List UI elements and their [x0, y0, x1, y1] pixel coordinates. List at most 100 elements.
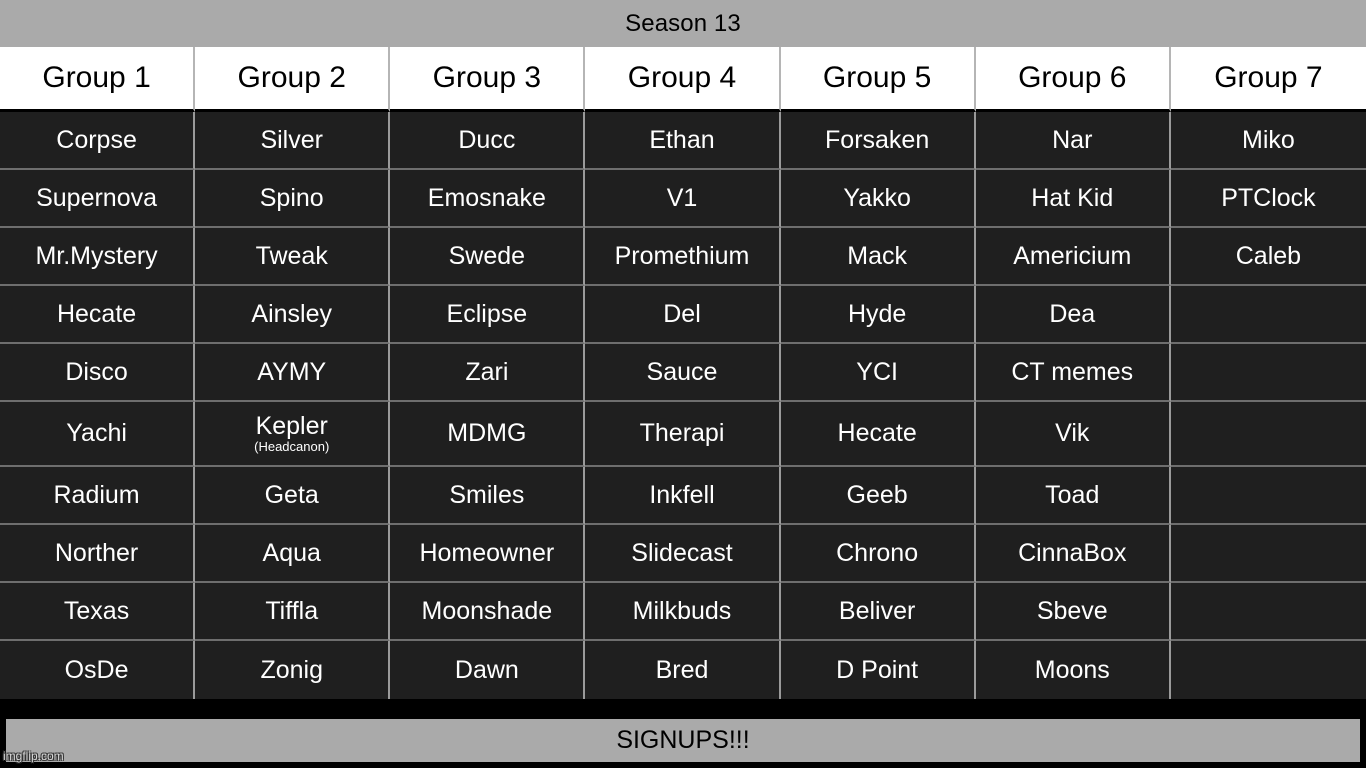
cell-entry: Radium: [0, 467, 196, 525]
cell-entry: Norther: [0, 525, 196, 583]
cell-entry: Zari: [390, 344, 586, 402]
cell-entry: OsDe: [0, 641, 196, 699]
cell-entry-subtitle: (Headcanon): [254, 438, 330, 454]
cell-entry: Eclipse: [390, 286, 586, 344]
cell-entry-empty: [1170, 641, 1366, 699]
cell-entry: Caleb: [1170, 228, 1366, 286]
cell-entry: Swede: [390, 228, 586, 286]
column-header-group-2: Group 2: [195, 47, 391, 112]
cell-entry: Ethan: [585, 112, 781, 170]
cell-entry: Hecate: [780, 402, 976, 467]
page-title: Season 13: [625, 9, 741, 37]
cell-entry: Dea: [975, 286, 1171, 344]
cell-entry: Chrono: [780, 525, 976, 583]
cell-entry: Ainsley: [195, 286, 391, 344]
cell-entry: Texas: [0, 583, 196, 641]
cell-entry: Aqua: [195, 525, 391, 583]
table-row: Disco AYMY Zari Sauce YCI CT memes: [0, 344, 1366, 402]
cell-entry: YCI: [780, 344, 976, 402]
column-header-group-1: Group 1: [0, 47, 196, 112]
cell-entry: Tiffla: [195, 583, 391, 641]
imgflip-watermark: imgflip.com: [3, 749, 64, 763]
cell-entry: Tweak: [195, 228, 391, 286]
cell-entry-empty: [1170, 286, 1366, 344]
cell-entry: Moonshade: [390, 583, 586, 641]
cell-entry: Inkfell: [585, 467, 781, 525]
season-title-bar: Season 13: [0, 0, 1366, 47]
cell-entry: Homeowner: [390, 525, 586, 583]
cell-entry-empty: [1170, 583, 1366, 641]
cell-entry: Supernova: [0, 170, 196, 228]
cell-entry: Geeb: [780, 467, 976, 525]
cell-entry: Disco: [0, 344, 196, 402]
cell-entry: Hat Kid: [975, 170, 1171, 228]
cell-entry: PTClock: [1170, 170, 1366, 228]
cell-entry: Dawn: [390, 641, 586, 699]
cell-entry: Del: [585, 286, 781, 344]
column-header-group-6: Group 6: [975, 47, 1171, 112]
cell-entry: Vik: [975, 402, 1171, 467]
cell-entry-empty: [1170, 525, 1366, 583]
signups-label: SIGNUPS!!!: [616, 726, 750, 754]
footer-band: SIGNUPS!!!: [0, 712, 1366, 768]
table-row: Texas Tiffla Moonshade Milkbuds Beliver …: [0, 583, 1366, 641]
table-row: Hecate Ainsley Eclipse Del Hyde Dea: [0, 286, 1366, 344]
cell-entry: Hyde: [780, 286, 976, 344]
cell-entry: V1: [585, 170, 781, 228]
table-body: Corpse Silver Ducc Ethan Forsaken Nar Mi…: [0, 112, 1366, 699]
table-header: Group 1 Group 2 Group 3 Group 4 Group 5 …: [0, 47, 1366, 112]
cell-entry: Toad: [975, 467, 1171, 525]
cell-entry: Smiles: [390, 467, 586, 525]
cell-entry: Hecate: [0, 286, 196, 344]
cell-entry: Yakko: [780, 170, 976, 228]
column-header-group-3: Group 3: [390, 47, 586, 112]
cell-entry: CinnaBox: [975, 525, 1171, 583]
table-row: Yachi Kepler (Headcanon) MDMG Therapi He…: [0, 402, 1366, 467]
cell-entry-empty: [1170, 344, 1366, 402]
cell-entry: AYMY: [195, 344, 391, 402]
cell-entry: Slidecast: [585, 525, 781, 583]
column-header-group-4: Group 4: [585, 47, 781, 112]
groups-table-container: Group 1 Group 2 Group 3 Group 4 Group 5 …: [0, 47, 1366, 712]
cell-entry-kepler: Kepler (Headcanon): [195, 402, 391, 467]
cell-entry: Zonig: [195, 641, 391, 699]
cell-entry: Sauce: [585, 344, 781, 402]
cell-entry: MDMG: [390, 402, 586, 467]
cell-entry: Emosnake: [390, 170, 586, 228]
cell-entry: Mr.Mystery: [0, 228, 196, 286]
table-row: Supernova Spino Emosnake V1 Yakko Hat Ki…: [0, 170, 1366, 228]
cell-entry: Moons: [975, 641, 1171, 699]
table-row: Mr.Mystery Tweak Swede Promethium Mack A…: [0, 228, 1366, 286]
cell-entry: Milkbuds: [585, 583, 781, 641]
cell-entry-label: Kepler: [255, 411, 328, 440]
header-row: Group 1 Group 2 Group 3 Group 4 Group 5 …: [0, 47, 1366, 112]
cell-entry: Americium: [975, 228, 1171, 286]
table-row: OsDe Zonig Dawn Bred D Point Moons: [0, 641, 1366, 699]
cell-entry-empty: [1170, 467, 1366, 525]
table-row: Corpse Silver Ducc Ethan Forsaken Nar Mi…: [0, 112, 1366, 170]
cell-entry: Therapi: [585, 402, 781, 467]
groups-table: Group 1 Group 2 Group 3 Group 4 Group 5 …: [0, 47, 1366, 699]
cell-entry: CT memes: [975, 344, 1171, 402]
meme-image-canvas: Season 13 Group 1 Group 2 Group 3 Group …: [0, 0, 1366, 768]
table-row: Radium Geta Smiles Inkfell Geeb Toad: [0, 467, 1366, 525]
cell-entry: Bred: [585, 641, 781, 699]
cell-entry-empty: [1170, 402, 1366, 467]
cell-entry: Corpse: [0, 112, 196, 170]
signups-banner: SIGNUPS!!!: [5, 718, 1361, 763]
cell-entry: D Point: [780, 641, 976, 699]
column-header-group-5: Group 5: [780, 47, 976, 112]
cell-entry: Sbeve: [975, 583, 1171, 641]
cell-entry: Mack: [780, 228, 976, 286]
cell-entry: Geta: [195, 467, 391, 525]
column-header-group-7: Group 7: [1170, 47, 1366, 112]
cell-entry: Beliver: [780, 583, 976, 641]
cell-entry: Silver: [195, 112, 391, 170]
table-row: Norther Aqua Homeowner Slidecast Chrono …: [0, 525, 1366, 583]
cell-entry: Forsaken: [780, 112, 976, 170]
cell-entry: Nar: [975, 112, 1171, 170]
cell-entry: Ducc: [390, 112, 586, 170]
cell-entry: Yachi: [0, 402, 196, 467]
cell-entry: Spino: [195, 170, 391, 228]
cell-entry: Promethium: [585, 228, 781, 286]
